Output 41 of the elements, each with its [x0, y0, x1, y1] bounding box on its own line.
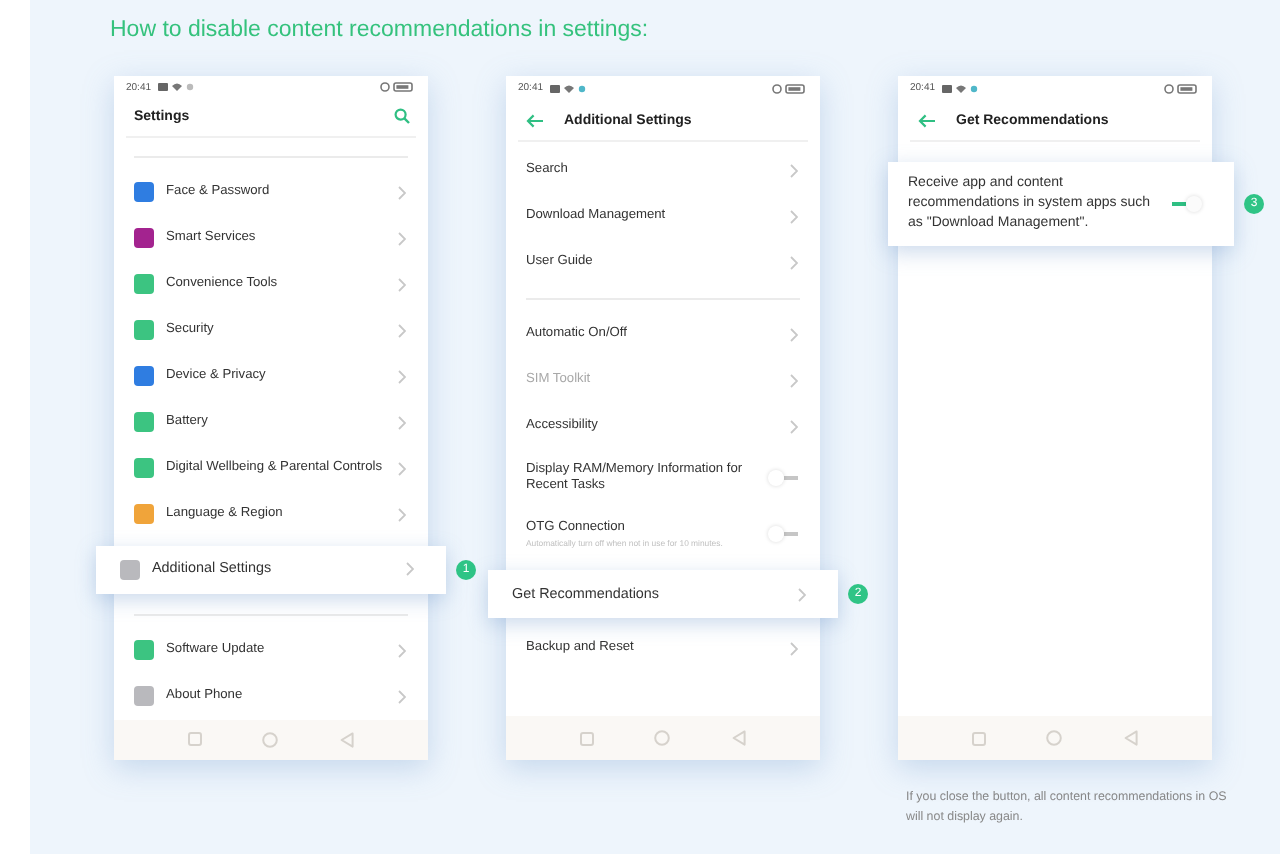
- chevron-icon: [790, 374, 798, 388]
- status-icons: [157, 82, 198, 93]
- chevron-icon: [398, 507, 406, 522]
- toggle-switch[interactable]: [768, 470, 798, 486]
- chevron-icon: [790, 256, 798, 270]
- chevron-icon: [398, 415, 406, 430]
- chevron-icon: [790, 164, 798, 178]
- chevron-icon: [398, 369, 406, 384]
- status-icons: [941, 83, 982, 93]
- chevron-icon: [398, 185, 406, 200]
- recents-icon[interactable]: [580, 731, 595, 745]
- chevron-icon: [790, 328, 798, 342]
- toggle-switch[interactable]: [768, 526, 798, 542]
- battery-icon: [772, 83, 808, 93]
- page-title: How to disable content recommendations in settings:: [110, 16, 651, 46]
- chevron-icon: [398, 323, 406, 338]
- back-icon[interactable]: [1123, 730, 1138, 746]
- recents-icon[interactable]: [188, 732, 203, 747]
- chevron-icon: [798, 587, 806, 601]
- search-icon[interactable]: [394, 108, 410, 125]
- chevron-icon: [398, 461, 406, 476]
- chevron-icon: [790, 210, 798, 224]
- back-icon[interactable]: [731, 730, 746, 746]
- chevron-icon: [790, 642, 798, 656]
- chevron-icon: [398, 689, 406, 704]
- home-icon[interactable]: [654, 730, 671, 746]
- toggle-switch[interactable]: [1172, 196, 1202, 212]
- status-icons: [549, 83, 590, 93]
- battery-icon: [1164, 83, 1200, 93]
- back-arrow-icon[interactable]: [526, 113, 544, 127]
- chevron-icon: [406, 562, 414, 577]
- chevron-icon: [398, 231, 406, 246]
- battery-icon: [380, 82, 416, 93]
- chevron-icon: [398, 643, 406, 658]
- chevron-icon: [790, 420, 798, 434]
- home-icon[interactable]: [1046, 730, 1063, 746]
- recents-icon[interactable]: [972, 731, 987, 745]
- home-icon[interactable]: [262, 731, 279, 748]
- chevron-icon: [398, 277, 406, 292]
- back-arrow-icon[interactable]: [918, 113, 936, 127]
- back-icon[interactable]: [339, 731, 354, 748]
